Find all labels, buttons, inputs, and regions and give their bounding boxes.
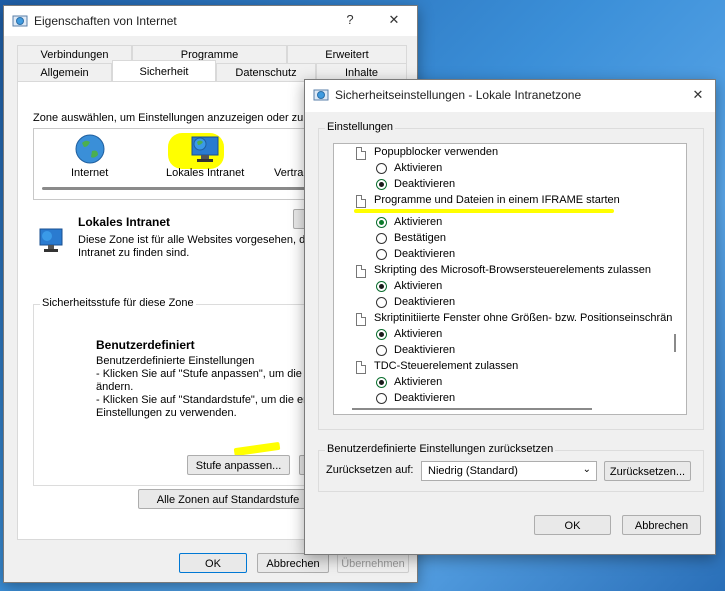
settings-vertical-scrollbar[interactable] — [674, 334, 676, 352]
marker-highlight-stufe — [233, 441, 281, 457]
dialog-title: Sicherheitseinstellungen - Lokale Intran… — [335, 88, 582, 102]
setting-doc-icon — [356, 195, 366, 208]
tab-erweitert[interactable]: Erweitert — [287, 45, 407, 63]
reset-legend: Benutzerdefinierte Einstellungen zurücks… — [325, 443, 556, 455]
zone-vertrauenswuerdig[interactable]: Vertra — [274, 167, 303, 179]
main-close-button[interactable]: ✕ — [384, 12, 404, 30]
option-label: Aktivieren — [394, 162, 443, 174]
radio-fenster-aktivieren[interactable] — [376, 329, 387, 340]
dialog-ok-button[interactable]: OK — [534, 515, 611, 535]
option-label: Aktivieren — [394, 216, 443, 228]
main-ok-button[interactable]: OK — [179, 553, 247, 573]
setting-tdc: TDC-Steuerelement zulassen — [374, 360, 519, 372]
reset-level-value: Niedrig (Standard) — [428, 465, 518, 477]
radio-skripting-deaktivieren[interactable] — [376, 297, 387, 308]
security-settings-dialog: Sicherheitseinstellungen - Lokale Intran… — [304, 79, 716, 555]
stufe-anpassen-button[interactable]: Stufe anpassen... — [187, 455, 290, 475]
globe-icon — [75, 134, 105, 164]
setting-skripting-browser: Skripting des Microsoft-Browsersteuerele… — [374, 264, 651, 276]
radio-tdc-deaktivieren[interactable] — [376, 393, 387, 404]
zuruecksetzen-button[interactable]: Zurücksetzen... — [604, 461, 691, 481]
settings-list[interactable]: Popupblocker verwenden Aktivieren Deakti… — [333, 143, 687, 415]
radio-iframe-deaktivieren[interactable] — [376, 249, 387, 260]
tab-sicherheit[interactable]: Sicherheit — [112, 60, 216, 82]
setting-doc-icon — [356, 313, 366, 326]
intranet-icon — [191, 136, 219, 162]
marker-highlight-iframe — [354, 209, 614, 213]
settings-legend: Einstellungen — [325, 121, 396, 133]
level-desc-line3: ändern. — [96, 381, 134, 393]
setting-iframe: Programme und Dateien in einem IFRAME st… — [374, 194, 620, 206]
radio-popup-deaktivieren[interactable] — [376, 179, 387, 190]
option-label: Deaktivieren — [394, 344, 456, 356]
tab-allgemein[interactable]: Allgemein — [17, 63, 112, 81]
setting-doc-icon — [356, 265, 366, 278]
main-title: Eigenschaften von Internet — [34, 14, 177, 28]
tab-datenschutz[interactable]: Datenschutz — [216, 63, 316, 81]
option-label: Deaktivieren — [394, 248, 456, 260]
dialog-titlebar: Sicherheitseinstellungen - Lokale Intran… — [305, 80, 715, 112]
main-titlebar: Eigenschaften von Internet ? ✕ — [4, 6, 417, 36]
internet-options-icon — [12, 15, 28, 27]
setting-doc-icon — [356, 361, 366, 374]
radio-skripting-aktivieren[interactable] — [376, 281, 387, 292]
help-button[interactable]: ? — [340, 12, 360, 30]
option-label: Aktivieren — [394, 280, 443, 292]
reset-group: Benutzerdefinierte Einstellungen zurücks… — [318, 443, 704, 492]
radio-popup-aktivieren[interactable] — [376, 163, 387, 174]
setting-doc-icon — [356, 147, 366, 160]
radio-tdc-aktivieren[interactable] — [376, 377, 387, 388]
level-desc-line1: Benutzerdefinierte Einstellungen — [96, 355, 255, 367]
zone-desc-line1: Diese Zone ist für alle Websites vorgese… — [78, 234, 308, 246]
settings-group: Einstellungen Popupblocker verwenden Akt… — [318, 121, 704, 430]
radio-iframe-bestaetigen[interactable] — [376, 233, 387, 244]
option-label: Aktivieren — [394, 328, 443, 340]
intranet-small-icon — [39, 228, 63, 252]
level-desc-line2: - Klicken Sie auf "Stufe anpassen", um d… — [96, 368, 315, 380]
dialog-cancel-button[interactable]: Abbrechen — [622, 515, 701, 535]
option-label: Deaktivieren — [394, 178, 456, 190]
setting-popupblocker: Popupblocker verwenden — [374, 146, 499, 158]
main-cancel-button[interactable]: Abbrechen — [257, 553, 329, 573]
main-apply-button[interactable]: Übernehmen — [337, 553, 409, 573]
reset-level-select[interactable]: Niedrig (Standard) ⌄ — [421, 461, 597, 481]
level-legend: Sicherheitsstufe für diese Zone — [40, 297, 196, 309]
level-desc-line4: - Klicken Sie auf "Standardstufe", um di… — [96, 394, 313, 406]
option-label: Bestätigen — [394, 232, 446, 244]
setting-skriptfenster: Skriptinitiierte Fenster ohne Größen- bz… — [374, 312, 673, 324]
dialog-close-button[interactable]: ✕ — [688, 87, 708, 105]
alle-zonen-button[interactable]: Alle Zonen auf Standardstufe — [138, 489, 318, 509]
zone-desc-line2: Intranet zu finden sind. — [78, 247, 190, 259]
zone-prompt: Zone auswählen, um Einstellungen anzuzei… — [33, 112, 313, 124]
zone-internet[interactable]: Internet — [71, 167, 108, 179]
zone-title: Lokales Intranet — [78, 215, 171, 229]
option-label: Aktivieren — [394, 376, 443, 388]
security-settings-icon — [313, 89, 329, 101]
zone-lokales-intranet[interactable]: Lokales Intranet — [166, 167, 244, 179]
radio-fenster-deaktivieren[interactable] — [376, 345, 387, 356]
chevron-down-icon: ⌄ — [582, 464, 591, 475]
level-desc-line5: Einstellungen zu verwenden. — [96, 407, 237, 419]
zone-list-scrollbar[interactable] — [42, 187, 322, 190]
reset-label: Zurücksetzen auf: — [326, 464, 414, 476]
option-label: Deaktivieren — [394, 296, 456, 308]
radio-iframe-aktivieren[interactable] — [376, 217, 387, 228]
settings-horizontal-scrollbar[interactable] — [352, 408, 592, 410]
level-title: Benutzerdefiniert — [96, 338, 195, 352]
option-label: Deaktivieren — [394, 392, 456, 404]
